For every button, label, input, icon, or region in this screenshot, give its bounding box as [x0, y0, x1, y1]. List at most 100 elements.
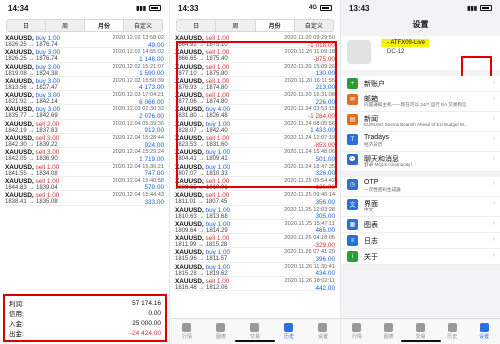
settings-item[interactable]: ≡ 日志 › — [341, 233, 500, 249]
phone-history-month-2: 14:33 4G 日周月份 自定义 XAUUSD, sell 1.00 1864.9… — [170, 0, 341, 344]
nav-item-0[interactable]: 行情 — [352, 323, 362, 340]
nav-item-4[interactable]: 设置 — [479, 323, 489, 340]
table-row[interactable]: XAUUSD, buy 3.00 1821.92 → 1842.14 2020.12… — [5, 91, 164, 106]
trade-symbol: XAUUSD, sell 1.00 — [175, 35, 229, 42]
nav-item-2[interactable]: 交易 — [250, 323, 260, 340]
tab-0[interactable]: 日 — [7, 20, 46, 31]
settings-item[interactable]: i 关于 › — [341, 249, 500, 265]
settings-item[interactable]: ▤ 新闻 EURUSD Seems Bearish Ahead of EU Budg… — [341, 112, 500, 132]
trade-prices: 1864.92 → 1875.10 — [175, 42, 228, 48]
table-row[interactable]: XAUUSD, buy 1.00 1809.64 → 1814.29 2020.11… — [175, 220, 335, 234]
summary-row: 信用: 0.00 — [9, 308, 161, 319]
tab-1[interactable]: 周 — [46, 20, 85, 31]
table-row[interactable]: XAUUSD, sell 1.00 1877.10 → 1875.80 2020.1… — [175, 63, 335, 77]
table-row[interactable]: XAUUSD, buy 3.00 1835.77 → 1842.69 2020.12… — [5, 105, 164, 120]
nav-item-0[interactable]: 行情 — [182, 323, 192, 340]
trade-symbol-name: XAUUSD, — [5, 192, 36, 200]
table-row[interactable]: XAUUSD, sell 3.00 1842.05 → 1836.90 2020.1… — [5, 148, 164, 163]
table-row[interactable]: XAUUSD, sell 1.00 1877.06 → 1874.80 2020.1… — [175, 91, 335, 106]
settings-item[interactable]: T Tradays 经济日历 › — [341, 132, 500, 152]
period-tabs: 日周月份 自定义 — [176, 19, 334, 32]
tab-2[interactable]: 月份 — [85, 20, 124, 31]
tab-3[interactable]: 自定义 — [295, 20, 333, 31]
table-row[interactable]: XAUUSD, sell 1.00 1876.93 → 1874.80 2020.1… — [175, 77, 335, 91]
settings-item[interactable]: + 新账户 › — [341, 76, 500, 92]
trade-symbol-name: XAUUSD, — [5, 49, 36, 57]
tab-1[interactable]: 周 — [216, 20, 256, 31]
settings-icon: ≡ — [347, 235, 358, 246]
chevron-right-icon: › — [493, 116, 495, 122]
trade-side: buy 3.00 — [35, 63, 61, 71]
trade-symbol: XAUUSD, buy 1.00 — [175, 249, 230, 256]
trade-date: 2020.11.25 05:54:42 — [284, 177, 335, 184]
trade-symbol: XAUUSD, sell 1.00 — [5, 192, 59, 199]
tab-2[interactable]: 月份 — [255, 20, 295, 31]
summary-label: 信用: — [9, 311, 24, 318]
trade-symbol: XAUUSD, sell 1.00 — [175, 192, 229, 199]
trade-symbol-name: XAUUSD, — [175, 278, 206, 286]
trade-symbol: XAUUSD, sell 1.00 — [175, 49, 229, 56]
nav-icon — [415, 323, 425, 332]
status-bar: 14:34 ▮▮▮ — [0, 0, 169, 16]
nav-item-1[interactable]: 图表 — [216, 323, 226, 340]
trade-date: 2020.12.02 14:55:02 — [112, 49, 164, 56]
trade-prices: 1808.65 → 1810.01 — [175, 184, 228, 191]
table-row[interactable]: XAUUSD, sell 1.00 1838.41 → 1835.08 2020.1… — [5, 191, 164, 206]
trade-symbol: XAUUSD, buy 3.00 — [5, 106, 60, 113]
table-row[interactable]: XAUUSD, buy 3.00 1813.56 → 1827.47 2020.12… — [5, 77, 164, 91]
trade-side: buy 1.00 — [205, 249, 231, 257]
trade-date: 2020.12.04 15:29:24 — [112, 149, 164, 156]
table-row[interactable]: XAUUSD, buy 1.00 1804.41 → 1809.42 2020.11… — [175, 148, 335, 163]
table-row[interactable]: XAUUSD, sell 1.00 1866.65 → 1875.40 2020.1… — [175, 48, 335, 63]
settings-item[interactable]: ▦ 图表 › — [341, 217, 500, 233]
trade-symbol: XAUUSD, buy 4.00 — [175, 106, 230, 113]
nav-item-4[interactable]: 设置 — [318, 323, 328, 340]
table-row[interactable]: XAUUSD, sell 1.00 1864.92 → 1875.10 2020.1… — [175, 34, 335, 49]
table-row[interactable]: XAUUSD, buy 1.00 1810.63 → 1813.68 2020.11… — [175, 206, 335, 220]
table-row[interactable]: XAUUSD, sell 1.00 1844.83 → 1839.04 2020.1… — [5, 177, 164, 191]
trade-date: 2020.12.04 05:39:36 — [112, 120, 164, 127]
tab-3[interactable]: 自定义 — [124, 20, 162, 31]
table-row[interactable]: XAUUSD, buy 1.00 1815.96 → 1811.57 2020.11… — [175, 248, 335, 263]
table-row[interactable]: XAUUSD, sell 3.00 1842.30 → 1839.22 2020.1… — [5, 134, 164, 149]
table-row[interactable]: XAUUSD, sell 1.00 1816.48 → 1812.06 2020.1… — [175, 277, 335, 292]
nav-item-2[interactable]: 交易 — [415, 323, 426, 340]
table-row[interactable]: XAUUSD, sell 1.00 1811.01 → 1807.45 2020.1… — [175, 191, 335, 206]
trade-symbol: XAUUSD, sell 1.00 — [175, 78, 229, 85]
table-row[interactable]: XAUUSD, sell 1.00 1841.55 → 1834.08 2020.1… — [5, 163, 164, 177]
trade-prices: 1838.41 → 1835.08 — [5, 199, 58, 206]
tab-0[interactable]: 日 — [177, 20, 217, 31]
table-row[interactable]: XAUUSD, sell 1.00 1823.53 → 1831.60 2020.1… — [175, 134, 335, 149]
table-row[interactable]: XAUUSD, buy 3.00 1826.25 → 1876.74 2020.12… — [5, 48, 164, 63]
nav-icon — [384, 323, 394, 332]
trade-prices: 1819.08 → 1824.38 — [5, 70, 58, 77]
trade-side: buy 4.00 — [205, 106, 231, 114]
nav-item-1[interactable]: 图表 — [384, 323, 394, 340]
table-row[interactable]: XAUUSD, sell 2.00 1842.19 → 1837.63 2020.1… — [5, 120, 164, 134]
table-row[interactable]: XAUUSD, sell 1.00 1808.65 → 1810.01 2020.1… — [175, 177, 335, 191]
table-row[interactable]: XAUUSD, buy 1.00 1826.25 → 1876.74 2020.12… — [5, 34, 164, 49]
trade-symbol-name: XAUUSD, — [175, 263, 206, 271]
settings-item[interactable]: ✉ 邮箱 内置通知主机——现在可以 24/7 运行 EA 交易和信 › — [341, 92, 500, 112]
table-row[interactable]: XAUUSD, buy 1.00 1815.28 → 1819.62 2020.11… — [175, 263, 335, 277]
table-row[interactable]: XAUUSD, buy 3.00 1819.08 → 1824.38 2020.12… — [5, 63, 164, 77]
trade-side: sell 1.00 — [205, 77, 230, 85]
table-row[interactable]: XAUUSD, buy 4.00 1831.80 → 1826.48 2020.11… — [175, 105, 335, 120]
nav-icon — [182, 323, 192, 332]
trade-date: 2020.12.02 15:50:39 — [112, 77, 164, 84]
trade-date: 2020.12.02 13:58:02 — [112, 35, 164, 41]
nav-item-3[interactable]: 历史 — [284, 323, 294, 340]
trade-symbol-name: XAUUSD, — [175, 206, 206, 214]
settings-item[interactable]: ◷ OTP 一次性密码生成器 › — [341, 177, 500, 197]
table-row[interactable]: XAUUSD, buy 1.00 1828.07 → 1842.40 2020.11… — [175, 120, 335, 134]
table-row[interactable]: XAUUSD, sell 1.00 1811.99 → 1815.28 2020.1… — [175, 234, 335, 249]
settings-sublabel: 一次性密码生成器 — [364, 187, 401, 192]
trade-side: sell 1.00 — [205, 177, 230, 185]
table-row[interactable]: XAUUSD, buy 1.00 1807.07 → 1810.33 2020.11… — [175, 163, 335, 177]
settings-item[interactable]: 文界面 中文 › — [341, 197, 500, 217]
trade-side: sell 1.00 — [35, 177, 60, 185]
trade-prices: 1811.99 → 1815.28 — [175, 242, 228, 249]
settings-item[interactable]: 💬 聊天和消息 登录 MQL5.community！ › — [341, 152, 500, 172]
nav-item-3[interactable]: 历史 — [447, 323, 457, 340]
trade-symbol: XAUUSD, buy 1.00 — [175, 264, 230, 271]
